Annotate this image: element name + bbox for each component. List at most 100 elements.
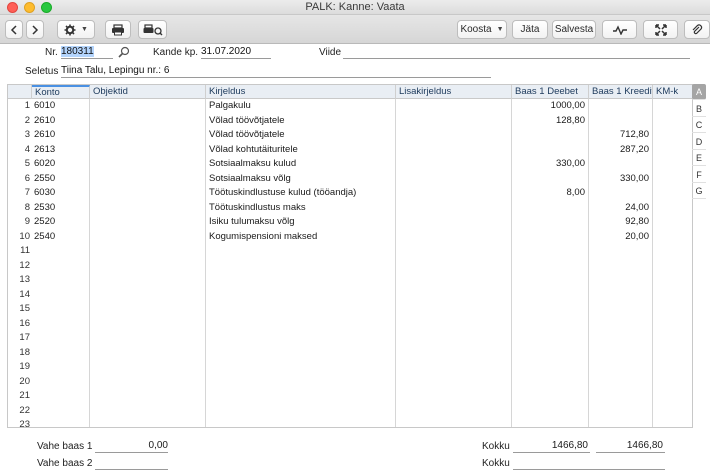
cell-kreedit[interactable]: 712,80 bbox=[590, 128, 649, 143]
cell-deebet[interactable] bbox=[513, 273, 585, 288]
actions-menu-button[interactable]: ▼ bbox=[57, 20, 95, 39]
cell-objektid[interactable] bbox=[92, 346, 204, 361]
cell-objektid[interactable] bbox=[92, 215, 204, 230]
cell-km-k[interactable] bbox=[654, 215, 692, 230]
cell-kreedit[interactable] bbox=[590, 317, 649, 332]
cell-objektid[interactable] bbox=[92, 172, 204, 187]
cell-deebet[interactable] bbox=[513, 230, 585, 245]
cell-konto[interactable] bbox=[34, 360, 88, 375]
cell-kirjeldus[interactable]: Võlad kohtutäituritele bbox=[209, 143, 394, 158]
table-row[interactable]: 14 bbox=[8, 288, 692, 303]
cell-lisakirjeldus[interactable] bbox=[399, 273, 509, 288]
cell-konto[interactable]: 2610 bbox=[34, 114, 88, 129]
cell-kreedit[interactable] bbox=[590, 375, 649, 390]
cell-kirjeldus[interactable] bbox=[209, 317, 394, 332]
cell-deebet[interactable] bbox=[513, 404, 585, 419]
cell-lisakirjeldus[interactable] bbox=[399, 375, 509, 390]
cell-km-k[interactable] bbox=[654, 302, 692, 317]
side-tab-f[interactable]: F bbox=[692, 167, 706, 183]
cell-kreedit[interactable] bbox=[590, 186, 649, 201]
cell-lisakirjeldus[interactable] bbox=[399, 360, 509, 375]
cell-deebet[interactable] bbox=[513, 317, 585, 332]
table-row[interactable]: 13 bbox=[8, 273, 692, 288]
side-tab-g[interactable]: G bbox=[692, 183, 706, 199]
table-row[interactable]: 1 6010 Palgakulu 1000,00 bbox=[8, 99, 692, 114]
cell-deebet[interactable] bbox=[513, 302, 585, 317]
cell-kirjeldus[interactable]: Töötuskindlustuse kulud (tööandja) bbox=[209, 186, 394, 201]
cell-kreedit[interactable] bbox=[590, 418, 649, 427]
cell-kreedit[interactable] bbox=[590, 288, 649, 303]
cell-kreedit[interactable]: 24,00 bbox=[590, 201, 649, 216]
column-header-kirjeldus[interactable]: Kirjeldus bbox=[206, 85, 396, 99]
cell-lisakirjeldus[interactable] bbox=[399, 201, 509, 216]
cell-konto[interactable]: 6030 bbox=[34, 186, 88, 201]
table-row[interactable]: 3 2610 Võlad töövõtjatele 712,80 bbox=[8, 128, 692, 143]
column-header-objektid[interactable]: Objektid bbox=[90, 85, 206, 99]
cell-objektid[interactable] bbox=[92, 157, 204, 172]
cell-kirjeldus[interactable]: Sotsiaalmaksu võlg bbox=[209, 172, 394, 187]
cell-objektid[interactable] bbox=[92, 360, 204, 375]
column-header-deebet[interactable]: Baas 1 Deebet bbox=[512, 85, 589, 99]
cell-km-k[interactable] bbox=[654, 331, 692, 346]
table-row[interactable]: 17 bbox=[8, 331, 692, 346]
cell-kirjeldus[interactable]: Töötuskindlustus maks bbox=[209, 201, 394, 216]
cell-konto[interactable]: 6010 bbox=[34, 99, 88, 114]
cell-konto[interactable]: 2520 bbox=[34, 215, 88, 230]
cell-deebet[interactable]: 1000,00 bbox=[513, 99, 585, 114]
cell-lisakirjeldus[interactable] bbox=[399, 288, 509, 303]
cell-km-k[interactable] bbox=[654, 230, 692, 245]
table-row[interactable]: 6 2550 Sotsiaalmaksu võlg 330,00 bbox=[8, 172, 692, 187]
cell-konto[interactable] bbox=[34, 244, 88, 259]
table-row[interactable]: 10 2540 Kogumispensioni maksed 20,00 bbox=[8, 230, 692, 245]
cell-lisakirjeldus[interactable] bbox=[399, 418, 509, 427]
table-row[interactable]: 20 bbox=[8, 375, 692, 390]
table-row[interactable]: 23 bbox=[8, 418, 692, 427]
cell-kreedit[interactable] bbox=[590, 346, 649, 361]
cell-objektid[interactable] bbox=[92, 114, 204, 129]
cell-objektid[interactable] bbox=[92, 375, 204, 390]
column-header-kreedit[interactable]: Baas 1 Kreedit bbox=[589, 85, 653, 99]
column-header-lisakirjeldus[interactable]: Lisakirjeldus bbox=[396, 85, 512, 99]
table-row[interactable]: 21 bbox=[8, 389, 692, 404]
cell-lisakirjeldus[interactable] bbox=[399, 331, 509, 346]
cell-kreedit[interactable]: 330,00 bbox=[590, 172, 649, 187]
cell-kirjeldus[interactable] bbox=[209, 331, 394, 346]
activity-button[interactable] bbox=[602, 20, 637, 39]
cell-km-k[interactable] bbox=[654, 346, 692, 361]
search-icon[interactable] bbox=[118, 46, 130, 58]
cell-objektid[interactable] bbox=[92, 404, 204, 419]
cell-objektid[interactable] bbox=[92, 288, 204, 303]
cell-kreedit[interactable] bbox=[590, 302, 649, 317]
cell-konto[interactable]: 2610 bbox=[34, 128, 88, 143]
cell-objektid[interactable] bbox=[92, 259, 204, 274]
cell-km-k[interactable] bbox=[654, 244, 692, 259]
cell-deebet[interactable] bbox=[513, 389, 585, 404]
cell-km-k[interactable] bbox=[654, 404, 692, 419]
cell-konto[interactable]: 2613 bbox=[34, 143, 88, 158]
cell-lisakirjeldus[interactable] bbox=[399, 244, 509, 259]
cell-deebet[interactable]: 8,00 bbox=[513, 186, 586, 201]
cell-km-k[interactable] bbox=[654, 288, 692, 303]
column-header-konto[interactable]: Konto bbox=[32, 85, 90, 99]
previous-button[interactable] bbox=[5, 20, 23, 39]
cell-km-k[interactable] bbox=[654, 157, 692, 172]
viide-field[interactable] bbox=[343, 46, 690, 59]
cell-objektid[interactable] bbox=[92, 389, 204, 404]
cell-lisakirjeldus[interactable] bbox=[399, 215, 509, 230]
expand-button[interactable] bbox=[643, 20, 678, 39]
cell-km-k[interactable] bbox=[654, 99, 692, 114]
table-row[interactable]: 15 bbox=[8, 302, 692, 317]
cell-km-k[interactable] bbox=[654, 143, 692, 158]
cell-deebet[interactable]: 128,80 bbox=[513, 114, 585, 129]
cell-km-k[interactable] bbox=[654, 273, 692, 288]
cell-kreedit[interactable] bbox=[590, 157, 649, 172]
cell-kirjeldus[interactable]: Võlad töövõtjatele bbox=[209, 128, 394, 143]
kande-kp-field[interactable]: 31.07.2020 bbox=[201, 46, 271, 59]
cell-lisakirjeldus[interactable] bbox=[399, 389, 509, 404]
cell-kreedit[interactable] bbox=[590, 244, 649, 259]
table-row[interactable]: 11 bbox=[8, 244, 692, 259]
salvesta-button[interactable]: Salvesta bbox=[552, 20, 596, 39]
cell-objektid[interactable] bbox=[92, 244, 204, 259]
cell-objektid[interactable] bbox=[92, 143, 204, 158]
cell-lisakirjeldus[interactable] bbox=[399, 172, 509, 187]
